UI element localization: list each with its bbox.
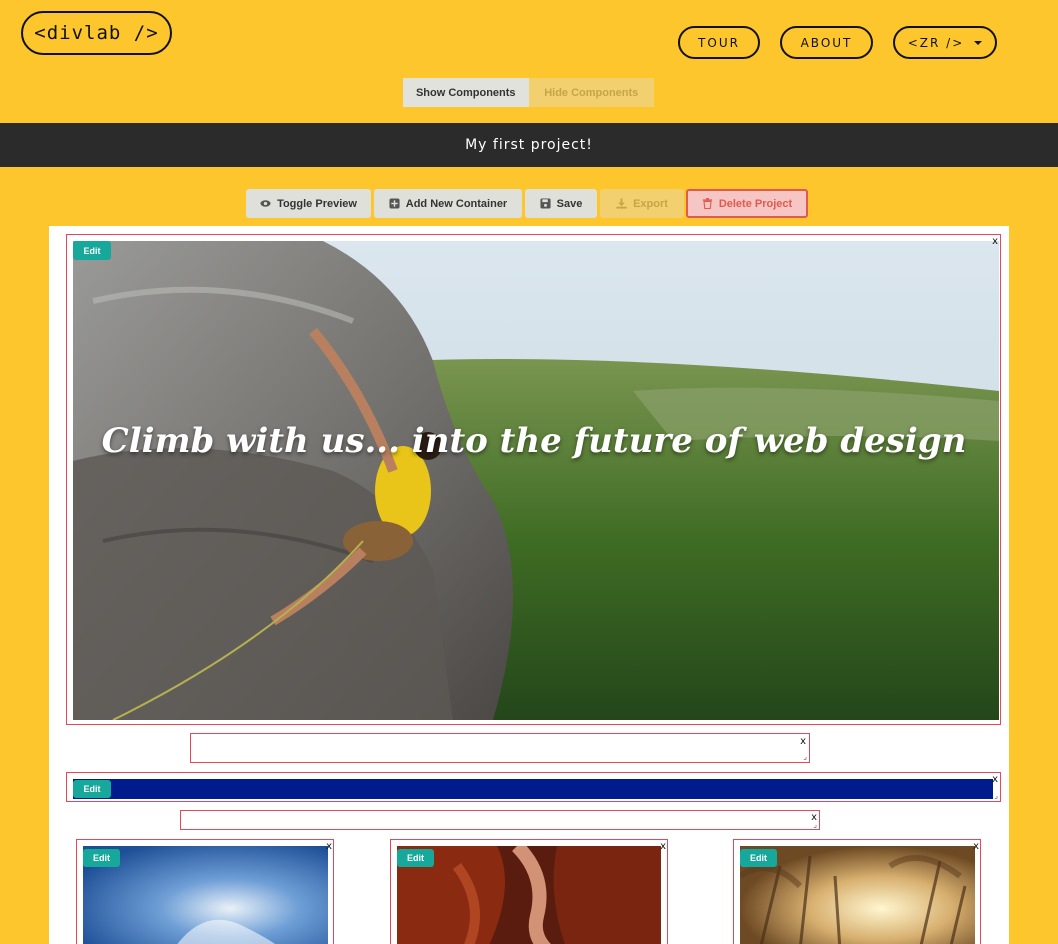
toggle-preview-button[interactable]: Toggle Preview <box>246 189 371 218</box>
about-button[interactable]: ABOUT <box>780 26 873 59</box>
card-2-edit-button[interactable]: Edit <box>397 849 434 867</box>
card-container-2[interactable]: Edit x <box>390 839 668 944</box>
text-container-2[interactable]: x ⌟ <box>180 810 820 830</box>
hero-title: Climb with us... into the future of web … <box>101 421 967 461</box>
card-container-3[interactable]: Edit x <box>733 839 981 944</box>
text-container-1[interactable]: x ⌟ <box>190 733 810 763</box>
card-3-close-button[interactable]: x <box>973 842 979 852</box>
eye-icon <box>260 200 271 207</box>
export-button[interactable]: Export <box>600 189 684 218</box>
plus-square-icon <box>389 198 400 209</box>
logo[interactable]: <divlab /> <box>21 11 172 55</box>
show-components-button[interactable]: Show Components <box>403 78 529 107</box>
download-icon <box>616 198 627 209</box>
resize-handle-icon[interactable]: ⌟ <box>994 792 998 800</box>
hero-edit-button[interactable]: Edit <box>73 241 111 260</box>
banner-bar <box>73 779 993 799</box>
resize-handle-icon[interactable]: ⌟ <box>813 821 817 829</box>
hero-close-button[interactable]: x <box>992 237 998 247</box>
hero-image <box>73 241 999 720</box>
caret-down-icon <box>974 40 983 45</box>
card-container-1[interactable]: Edit x <box>76 839 334 944</box>
add-container-label: Add New Container <box>405 197 508 210</box>
canyon-illustration <box>397 846 661 944</box>
card-3-edit-button[interactable]: Edit <box>740 849 777 867</box>
add-container-button[interactable]: Add New Container <box>374 189 522 218</box>
banner-edit-button[interactable]: Edit <box>73 780 111 798</box>
card-1-edit-button[interactable]: Edit <box>83 849 120 867</box>
delete-project-button[interactable]: Delete Project <box>686 189 808 218</box>
banner-close-button[interactable]: x <box>992 775 998 785</box>
save-button[interactable]: Save <box>525 189 597 218</box>
export-label: Export <box>633 197 668 210</box>
canyon-image <box>397 846 661 944</box>
project-title-bar: My first project! <box>0 123 1058 167</box>
toggle-preview-label: Toggle Preview <box>277 197 357 210</box>
cliff-climber-illustration <box>73 241 999 720</box>
card-2-close-button[interactable]: x <box>660 842 666 852</box>
delete-project-label: Delete Project <box>718 197 793 210</box>
user-menu-label: <ZR /> <box>907 35 965 50</box>
hero-container[interactable]: Edit x Climb with us... into the future … <box>66 234 1001 725</box>
project-canvas: Edit x Climb with us... into the future … <box>49 226 1009 944</box>
floppy-icon <box>540 198 551 209</box>
hide-components-button[interactable]: Hide Components <box>528 78 654 107</box>
resize-handle-icon[interactable]: ⌟ <box>803 753 807 761</box>
user-menu-button[interactable]: <ZR /> <box>893 26 997 59</box>
card-1-close-button[interactable]: x <box>326 842 332 852</box>
banner-container[interactable]: Edit x ⌟ <box>66 772 1001 802</box>
save-label: Save <box>556 197 583 210</box>
components-toggle: Show Components Hide Components <box>403 78 654 107</box>
trash-icon <box>702 198 712 209</box>
project-title: My first project! <box>465 137 593 153</box>
text-container-1-close-button[interactable]: x <box>800 737 806 747</box>
tour-button[interactable]: TOUR <box>678 26 760 59</box>
